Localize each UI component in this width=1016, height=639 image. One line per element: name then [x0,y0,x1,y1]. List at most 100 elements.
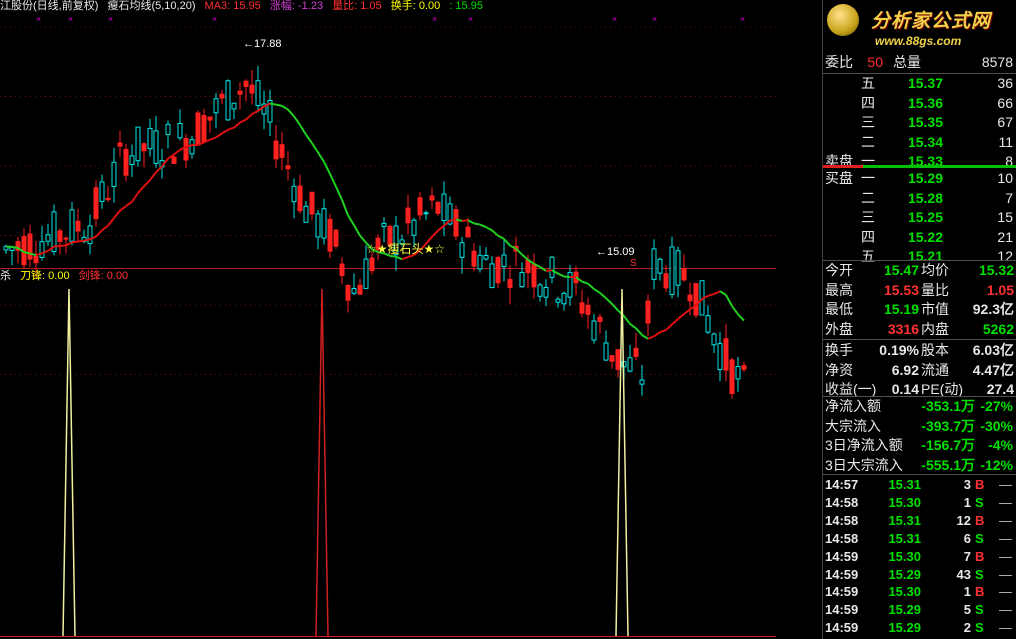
ma-line-segment [713,290,721,296]
ma-line-segment [599,292,607,299]
ma-line-segment [581,280,589,285]
candle-body [627,357,633,372]
ma-line-segment [59,244,67,248]
high-label: ←17.88 [243,38,282,50]
flow-percent: -12% [980,456,1013,473]
ma-line-segment [347,214,355,226]
ma-line-segment [227,126,235,131]
candle-body [243,80,249,87]
x-marker: × [212,14,217,24]
candle-body [201,114,207,143]
candle-body [231,102,237,110]
ma-line-segment [323,161,331,175]
sell-level: 四 [861,94,875,111]
candle-body [333,229,339,247]
stat-value: 0.19% [879,342,919,358]
buy-volume: 21 [997,228,1013,245]
ma-line-segment [731,305,739,315]
ma-line-segment [233,121,241,129]
candle-body [255,80,261,106]
tick-price: 15.29 [888,620,921,636]
stat-key: 流通 [921,361,949,378]
candle-body [639,379,645,385]
stat-key: 外盘 [825,320,853,337]
tick-row: 14:59 15.30 7 B — [823,547,1016,566]
indicator-name: 瘦石均线(5,10,20) [107,0,196,12]
candle-body [633,347,639,357]
candle-body [321,208,327,239]
candle-body [165,123,171,136]
candle-body [597,316,603,322]
candle-body [591,320,597,341]
ma-line-segment [53,245,61,248]
flow-key: 大宗流入 [825,417,881,434]
candle-body [477,254,483,270]
candle-body [87,225,93,245]
ma-line-segment [497,234,505,240]
ma-line-segment [287,108,295,117]
ma-line-segment [437,224,445,232]
buy-level: 一 [861,170,875,186]
ma-line-segment [329,173,337,188]
sub-title: 杀 [0,270,11,282]
ma-line-segment [299,124,307,136]
kline-svg[interactable]: 18.0017.5017.0016.5016.0015.501.000.900.… [0,0,776,639]
candle-body [675,250,681,286]
chart-header: 江股份(日线,前复权) 瘦石均线(5,10,20) MA3: 15.95 涨幅:… [0,0,776,14]
candle-body [327,218,333,252]
flow-value: -555.1万 [921,456,975,473]
ma-line-segment [635,327,643,336]
candle-body [153,130,159,164]
stat-value: 15.47 [883,262,919,278]
candle-body [39,241,45,258]
candle-body [297,185,303,212]
ma-line-segment [131,192,139,203]
sell-level: 五 [861,75,875,91]
flow-value: -353.1万 [921,398,975,414]
sell-volume: 66 [997,94,1013,111]
ma-line-segment [173,149,181,156]
candle-body [111,161,117,187]
candle-body [177,122,183,139]
candle-body [351,288,357,294]
tick-row: 14:59 15.29 43 S — [823,565,1016,584]
stat-value: 92.3亿 [972,301,1014,317]
kline-chart[interactable]: 18.0017.5017.0016.5016.0015.501.000.900.… [0,0,776,639]
candle-body [213,98,219,114]
buy-row: 二 15.28 7 [823,189,1016,208]
stock-title: 江股份(日线,前复权) [0,0,99,12]
tick-volume: 5 [963,602,971,618]
tick-volume: 6 [963,530,971,546]
ma-line-segment [545,269,553,272]
stat-key: 内盘 [921,320,949,337]
candle-body [75,220,81,232]
stat-value: 15.19 [883,301,919,317]
tick-dash: — [999,566,1012,582]
tick-volume: 1 [963,584,971,600]
buy-row: 三 15.25 15 [823,208,1016,227]
stat-key: 最高 [825,281,853,298]
ma-line-segment [653,331,661,338]
quote-panel: 分析家公式网 www.88gs.com 委比 50 总量 8578 五 15.37 36 四 1… [822,0,1016,639]
candle-body [27,233,33,260]
candle-body [57,230,63,242]
candle-body [663,273,669,289]
ma-line-segment [209,136,217,141]
stat-value: 15.53 [883,281,919,298]
sell-row: 五 15.37 36 [823,74,1016,93]
x-marker: × [36,14,41,24]
x-marker: × [612,14,617,24]
sell-price: 15.35 [907,114,943,130]
candle-body [537,284,543,297]
tick-row: 14:59 15.29 5 S — [823,600,1016,619]
candle-body [291,185,297,203]
ma-line-segment [341,199,349,216]
tick-volume: 1 [963,494,971,510]
ma-line-segment [221,128,229,135]
x-marker: × [108,14,113,24]
candle-body [411,219,417,236]
buy-level: 三 [861,209,875,225]
candle-body [141,143,147,152]
candle-body [429,195,435,201]
stat-key: 今开 [825,262,853,278]
